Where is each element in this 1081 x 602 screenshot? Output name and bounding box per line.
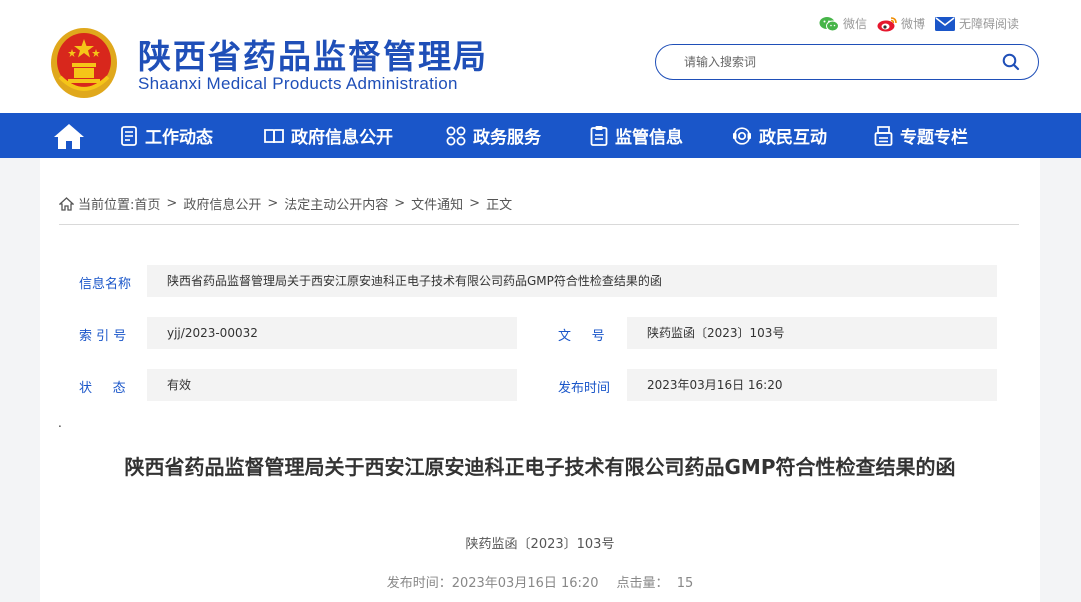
wechat-label: 微信 — [842, 17, 867, 31]
breadcrumb-statutory-content[interactable]: 法定主动公开内容 — [284, 194, 388, 213]
info-status-value: 有效 — [147, 369, 517, 401]
info-date-label: 发布时间 — [558, 381, 611, 396]
breadcrumb-separator: > — [394, 196, 406, 211]
nav-item-special-topics[interactable]: 专题专栏 — [874, 113, 968, 158]
weibo-icon — [877, 16, 897, 31]
breadcrumb-notices[interactable]: 文件通知 — [411, 194, 463, 213]
breadcrumb-separator: > — [267, 196, 279, 211]
nav-item-label: 专题专栏 — [900, 128, 968, 148]
document-list-icon — [121, 125, 137, 146]
breadcrumb: 当前位置: 首页 > 政府信息公开 > 法定主动公开内容 > 文件通知 > 正文 — [59, 194, 512, 213]
info-name-label: 信息名称 — [79, 277, 132, 292]
nav-item-gov-services[interactable]: 政务服务 — [446, 113, 541, 158]
article-meta: 发布时间：2023年03月16日 16:20 点击量： 15 — [40, 572, 1040, 591]
site-title-cn: 陕西省药品监督管理局 — [138, 37, 488, 76]
article-title: 陕西省药品监督管理局关于西安江原安迪科正电子技术有限公司药品GMP符合性检查结果… — [124, 455, 956, 479]
breadcrumb-prefix: 当前位置: — [78, 198, 135, 213]
nav-item-label: 政务服务 — [473, 128, 541, 148]
click-count: 点击量： 15 — [616, 576, 694, 591]
main-content: 当前位置: 首页 > 政府信息公开 > 法定主动公开内容 > 文件通知 > 正文… — [40, 158, 1040, 602]
nav-item-gov-info[interactable]: 政府信息公开 — [264, 113, 393, 158]
info-status-label: 状 态 — [79, 381, 126, 396]
weibo-link[interactable]: 微博 — [877, 15, 925, 32]
nav-item-work-news[interactable]: 工作动态 — [120, 113, 213, 158]
site-title-en: Shaanxi Medical Products Administration — [138, 74, 458, 93]
grid-circles-icon — [446, 126, 466, 145]
breadcrumb-separator: > — [166, 196, 178, 211]
nav-item-label: 政民互动 — [759, 128, 827, 148]
home-icon[interactable] — [52, 122, 86, 150]
info-date-value: 2023年03月16日 16:20 — [627, 369, 997, 401]
clipboard-icon — [590, 126, 608, 146]
header: 陕西省药品监督管理局 Shaanxi Medical Products Admi… — [0, 0, 1081, 113]
nav-item-label: 工作动态 — [145, 128, 213, 148]
stray-dot: . — [58, 416, 62, 430]
search-icon[interactable] — [1002, 53, 1020, 71]
weibo-label: 微博 — [900, 17, 925, 31]
breadcrumb-separator: > — [469, 196, 481, 211]
breadcrumb-gov-info[interactable]: 政府信息公开 — [183, 194, 261, 213]
nav-item-regulatory-info[interactable]: 监管信息 — [590, 113, 683, 158]
search-input[interactable] — [684, 53, 984, 71]
article-doc-number: 陕药监函〔2023〕103号 — [465, 537, 615, 552]
info-index-value: yjj/2023-00032 — [147, 317, 517, 349]
printer-doc-icon — [874, 125, 893, 146]
main-nav: 工作动态 政府信息公开 政务服务 监管信息 政民互动 专题专栏 — [0, 113, 1081, 158]
info-index-label: 索 引 号 — [79, 329, 127, 344]
nav-item-interaction[interactable]: 政民互动 — [732, 113, 827, 158]
wechat-icon — [819, 16, 839, 31]
info-docno-value: 陕药监函〔2023〕103号 — [627, 317, 997, 349]
home-outline-icon — [59, 196, 74, 211]
breadcrumb-home[interactable]: 首页 — [134, 194, 160, 213]
top-links: 微信 微博 无障碍阅读 — [819, 15, 1019, 32]
search-box — [655, 44, 1039, 80]
info-docno-label: 文 号 — [558, 329, 605, 344]
wechat-link[interactable]: 微信 — [819, 15, 867, 32]
breadcrumb-divider — [59, 224, 1019, 225]
publish-time: 发布时间：2023年03月16日 16:20 — [386, 576, 599, 591]
nav-item-label: 监管信息 — [615, 128, 683, 148]
book-icon — [264, 128, 284, 143]
nav-item-label: 政府信息公开 — [291, 128, 393, 148]
accessible-reading-label: 无障碍阅读 — [958, 17, 1019, 31]
accessible-reading-link[interactable]: 无障碍阅读 — [934, 15, 1019, 32]
interaction-icon — [733, 126, 751, 145]
breadcrumb-current: 正文 — [486, 198, 513, 213]
national-emblem-icon — [51, 28, 117, 98]
envelope-icon — [934, 16, 955, 31]
info-name-value: 陕西省药品监督管理局关于西安江原安迪科正电子技术有限公司药品GMP符合性检查结果… — [147, 265, 997, 297]
